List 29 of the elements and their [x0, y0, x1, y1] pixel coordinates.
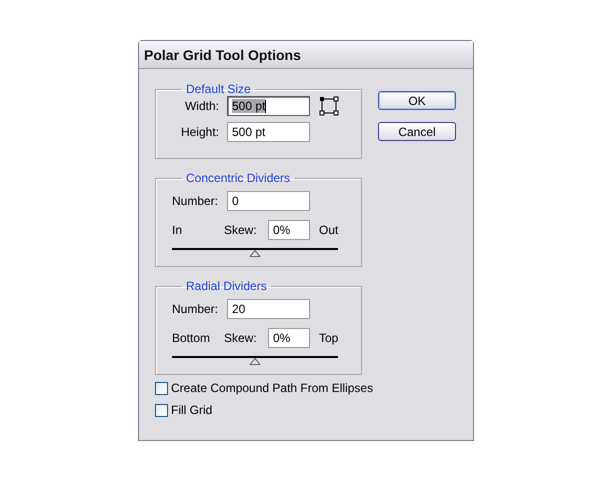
input-field[interactable]: 0%	[268, 220, 310, 240]
checkbox[interactable]	[155, 404, 168, 416]
field-label: Skew:	[224, 331, 258, 345]
slider-label: Out	[319, 223, 338, 237]
field-label: Number:	[172, 194, 220, 208]
slider-label: In	[172, 223, 184, 237]
bounding-box-icon[interactable]	[319, 96, 339, 116]
checkbox-label: Fill Grid	[171, 403, 212, 417]
field-label: Height:	[180, 125, 219, 139]
slider-track[interactable]	[172, 248, 338, 257]
group-title: Radial Dividers	[185, 279, 268, 293]
input-field[interactable]: 0%	[268, 328, 310, 348]
checkbox-label: Create Compound Path From Ellipses	[171, 381, 374, 395]
field-label: Skew:	[224, 223, 258, 237]
slider-label: Top	[319, 331, 338, 345]
window-title: Polar Grid Tool Options	[144, 46, 301, 62]
input-field[interactable]: 0	[227, 191, 310, 211]
field-label: Number:	[172, 302, 220, 316]
field-label: Width:	[184, 99, 219, 113]
slider-track[interactable]	[172, 356, 338, 365]
checkbox[interactable]	[155, 382, 168, 394]
slider-label: Bottom	[172, 331, 212, 345]
dialog-button[interactable]: Cancel	[378, 122, 456, 141]
dialog-button[interactable]: OK	[378, 91, 456, 110]
input-field[interactable]: 20	[227, 299, 310, 319]
group-title: Default Size	[185, 82, 252, 96]
group-title: Concentric Dividers	[185, 171, 292, 185]
input-field[interactable]: 500 pt	[227, 122, 310, 142]
input-field[interactable]: 500 pt	[227, 96, 310, 116]
